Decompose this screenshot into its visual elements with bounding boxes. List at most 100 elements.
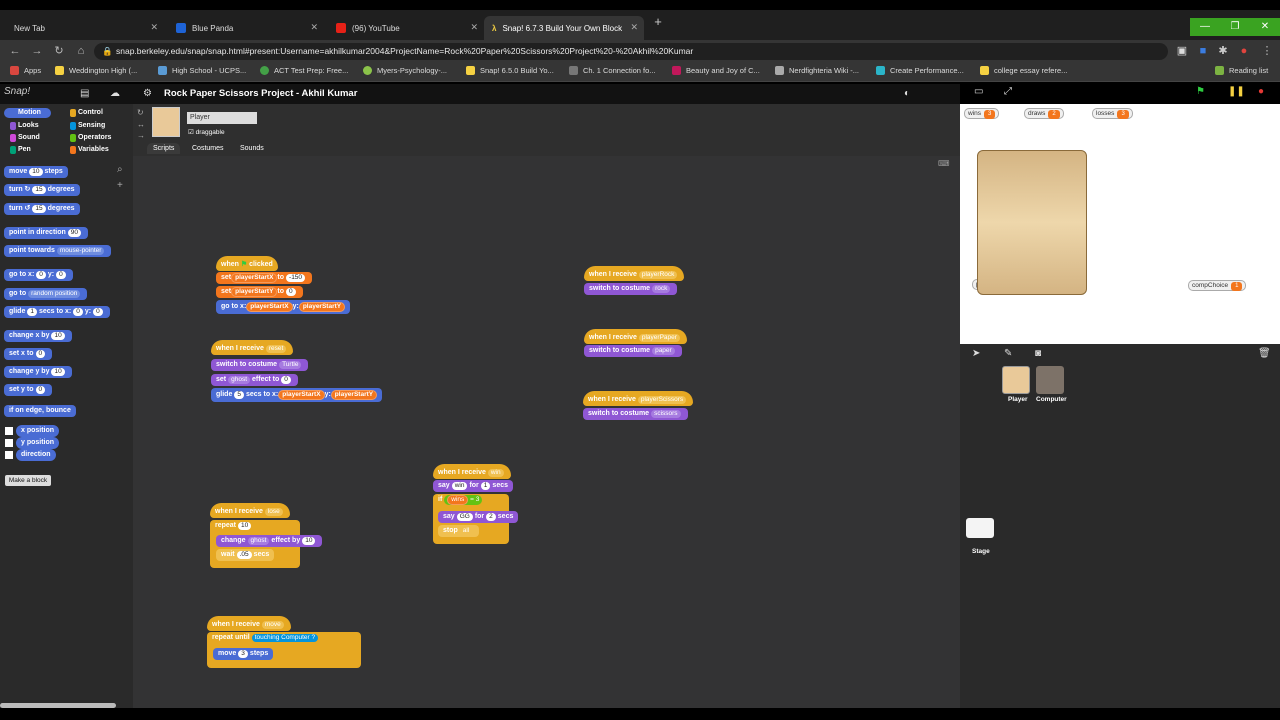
- extension-blue-icon[interactable]: ■: [1196, 44, 1210, 58]
- close-icon[interactable]: ✕: [150, 22, 158, 33]
- category-sensing[interactable]: Sensing: [64, 121, 105, 131]
- bookmark-create-performance[interactable]: Create Performance...: [876, 66, 964, 75]
- glide-block[interactable]: glide 1 secs to x: 0 y: 0: [4, 306, 110, 318]
- category-control[interactable]: Control: [64, 108, 103, 118]
- watcher-comp-choice[interactable]: compChoice 1: [1188, 280, 1247, 291]
- turn-ccw-block[interactable]: turn ↺ 15 degrees: [4, 203, 80, 215]
- home-icon[interactable]: ⌂: [74, 44, 88, 58]
- address-bar[interactable]: 🔒 snap.berkeley.edu/snap/snap.html#prese…: [94, 43, 1168, 60]
- bookmark-apps[interactable]: Apps: [10, 66, 41, 75]
- sprite-name-field[interactable]: Player: [187, 112, 257, 124]
- switch-costume-rock-block[interactable]: switch to costume rock: [584, 283, 678, 295]
- category-sound[interactable]: Sound: [4, 133, 40, 143]
- arrow-pointer-icon[interactable]: ➤: [972, 348, 980, 359]
- bookmark-nerdfighteria[interactable]: Nerdfighteria Wiki -...: [775, 66, 859, 75]
- trash-icon[interactable]: 🗑: [1258, 348, 1271, 359]
- go-to-start-block[interactable]: go to x: playerStartX y: playerStartY: [216, 300, 351, 314]
- move-steps-script-block[interactable]: move 3 steps: [213, 648, 274, 660]
- stop-icon[interactable]: ●: [1258, 86, 1264, 97]
- extension-icon[interactable]: ▣: [1175, 44, 1189, 58]
- bookmark-beauty-joy[interactable]: Beauty and Joy of C...: [672, 66, 760, 75]
- reload-icon[interactable]: ↻: [52, 44, 66, 58]
- menu-kebab-icon[interactable]: ⋮: [1260, 44, 1274, 58]
- set-ghost-effect-block[interactable]: set ghost effect to 0: [211, 374, 298, 386]
- say-win-block[interactable]: say win for 1 secs: [433, 480, 513, 492]
- switch-costume-turtle-block[interactable]: switch to costume Turtle: [211, 359, 309, 371]
- add-icon[interactable]: +: [117, 180, 123, 191]
- bookmark-ch1[interactable]: Ch. 1 Connection fo...: [569, 66, 656, 75]
- watcher-draws[interactable]: draws 2: [1024, 108, 1064, 119]
- bookmark-psychology[interactable]: Myers-Psychology-...: [363, 66, 447, 75]
- search-icon[interactable]: ⌕: [117, 164, 123, 175]
- stop-all-block[interactable]: stop all: [438, 525, 480, 537]
- category-variables[interactable]: Variables: [64, 145, 109, 155]
- forward-arrow-icon[interactable]: →: [30, 44, 44, 58]
- bookmark-act[interactable]: ACT Test Prep: Free...: [260, 66, 348, 75]
- tab-scripts[interactable]: Scripts: [147, 143, 181, 154]
- say-gg-block[interactable]: say GG for 2 secs: [438, 511, 519, 523]
- switch-costume-paper-block[interactable]: switch to costume paper: [584, 345, 682, 357]
- category-pen[interactable]: Pen: [4, 145, 31, 155]
- x-position-reporter[interactable]: x position: [16, 425, 60, 437]
- equals-predicate[interactable]: wins = 3: [444, 495, 483, 505]
- category-looks[interactable]: Looks: [4, 121, 39, 131]
- cloud-icon[interactable]: ☁: [110, 88, 120, 99]
- pause-icon[interactable]: ❚❚: [1228, 86, 1245, 97]
- paint-brush-icon[interactable]: ✎: [1004, 348, 1012, 359]
- new-tab-plus-icon[interactable]: +: [652, 15, 664, 28]
- tab-blue-panda[interactable]: Blue Panda ✕: [168, 16, 324, 40]
- file-icon[interactable]: ▤: [80, 88, 89, 99]
- profile-avatar-icon[interactable]: ●: [1237, 44, 1251, 58]
- wait-block[interactable]: wait .05 secs: [216, 549, 275, 561]
- touching-predicate[interactable]: touching Computer ?: [251, 634, 319, 642]
- point-in-direction-block[interactable]: point in direction 90: [4, 227, 89, 239]
- when-receive-player-scissors-hat[interactable]: when I receive playerScissors: [583, 391, 694, 406]
- keyboard-icon[interactable]: ⌨: [938, 159, 950, 168]
- watcher-wins[interactable]: wins 3: [964, 108, 1000, 119]
- gear-icon[interactable]: ⚙: [143, 88, 152, 99]
- checkbox-x-position[interactable]: [5, 427, 13, 435]
- when-receive-player-paper-hat[interactable]: when I receive playerPaper: [584, 329, 687, 344]
- category-motion[interactable]: Motion: [4, 108, 51, 118]
- change-ghost-effect-block[interactable]: change ghost effect by 10: [216, 535, 323, 547]
- close-icon[interactable]: ✕: [630, 22, 638, 33]
- checkbox-y-position[interactable]: [5, 439, 13, 447]
- when-receive-lose-hat[interactable]: when I receive lose: [210, 503, 290, 518]
- go-to-block[interactable]: go to random position: [4, 288, 88, 300]
- set-y-block[interactable]: set y to 0: [4, 384, 53, 396]
- puzzle-icon[interactable]: ✱: [1216, 44, 1230, 58]
- close-icon[interactable]: ✕: [470, 22, 478, 33]
- turbo-mode-icon[interactable]: ◐: [904, 88, 910, 99]
- switch-costume-scissors-block[interactable]: switch to costume scissors: [583, 408, 688, 420]
- back-arrow-icon[interactable]: ←: [8, 44, 22, 58]
- close-icon[interactable]: ✕: [310, 22, 318, 33]
- watcher-losses[interactable]: losses 3: [1092, 108, 1133, 119]
- change-x-block[interactable]: change x by 10: [4, 330, 72, 342]
- category-operators[interactable]: Operators: [64, 133, 111, 143]
- close-window-icon[interactable]: ✕: [1250, 18, 1280, 36]
- bookmark-ucps[interactable]: High School - UCPS...: [158, 66, 246, 75]
- tab-sounds[interactable]: Sounds: [234, 143, 270, 154]
- when-receive-move-hat[interactable]: when I receive move: [207, 616, 291, 631]
- move-steps-block[interactable]: move 10 steps: [4, 166, 68, 178]
- stage-thumbnail[interactable]: [966, 518, 994, 538]
- bookmark-snap[interactable]: Snap! 6.5.0 Build Yo...: [466, 66, 554, 75]
- green-flag-icon[interactable]: ⚑: [1196, 86, 1205, 97]
- tab-new-tab[interactable]: New Tab ✕: [6, 16, 164, 40]
- checkbox-direction[interactable]: [5, 451, 13, 459]
- go-to-xy-block[interactable]: go to x: 0 y: 0: [4, 269, 73, 281]
- corral-sprite-computer[interactable]: [1036, 366, 1064, 394]
- point-towards-block[interactable]: point towards mouse-pointer: [4, 245, 112, 257]
- reading-list[interactable]: Reading list: [1215, 66, 1268, 75]
- corral-sprite-player[interactable]: [1002, 366, 1030, 394]
- when-receive-reset-hat[interactable]: when I receive reset: [211, 340, 294, 355]
- camera-icon[interactable]: ◙: [1035, 348, 1041, 359]
- player-sprite-scroll[interactable]: [977, 150, 1087, 295]
- minimize-icon[interactable]: —: [1190, 18, 1220, 36]
- make-a-block-button[interactable]: Make a block: [5, 475, 51, 486]
- bookmark-college-essay[interactable]: college essay refere...: [980, 66, 1067, 75]
- set-player-start-y-block[interactable]: set playerStartY to 0: [216, 286, 303, 298]
- rotation-style-icon[interactable]: ↻: [137, 108, 144, 117]
- change-y-block[interactable]: change y by 10: [4, 366, 72, 378]
- y-position-reporter[interactable]: y position: [16, 437, 60, 449]
